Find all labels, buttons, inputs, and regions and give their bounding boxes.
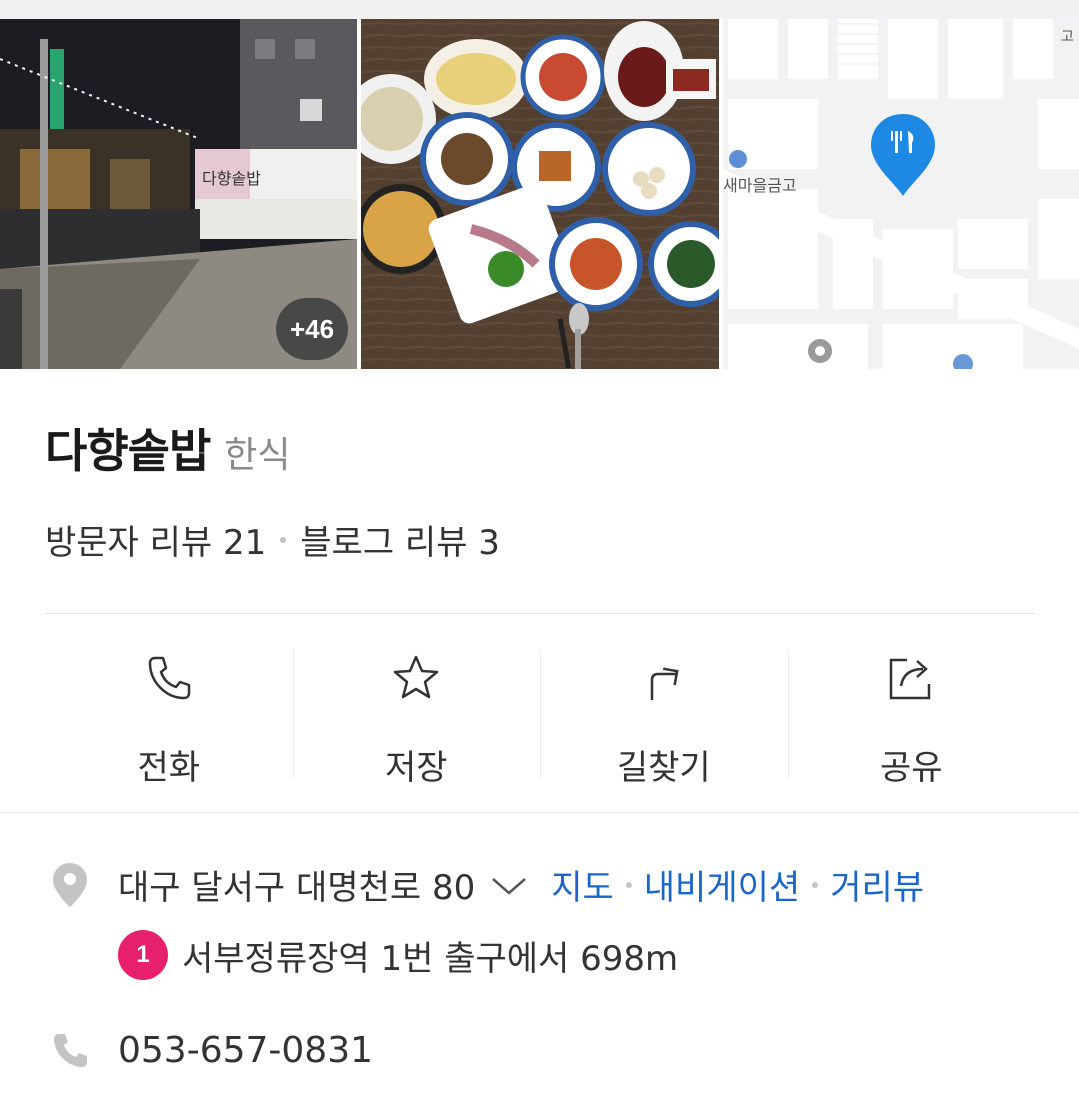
location-pin-icon bbox=[53, 862, 87, 907]
bank-icon bbox=[729, 150, 747, 168]
star-icon bbox=[394, 655, 439, 699]
place-category: 한식 bbox=[224, 435, 291, 476]
place-name: 다향솥밥 bbox=[45, 424, 211, 478]
subway-info: 1 서부정류장역 1번 출구에서 698m bbox=[118, 930, 678, 980]
directions-label: 길찾기 bbox=[616, 748, 711, 788]
sign-name: 다향솥밥 bbox=[202, 169, 261, 188]
separator-dot bbox=[625, 881, 632, 888]
storefront-photo[interactable]: 다향솥밥 +46 bbox=[0, 19, 357, 369]
separator-dot bbox=[280, 536, 287, 543]
separator-dot bbox=[812, 881, 819, 888]
divider bbox=[0, 812, 1079, 813]
food-photo[interactable] bbox=[361, 19, 719, 369]
phone-icon bbox=[148, 656, 190, 700]
blog-reviews-link[interactable]: 블로그 리뷰 3 bbox=[300, 515, 500, 564]
navigation-link[interactable]: 내비게이션 bbox=[644, 860, 800, 909]
call-label: 전화 bbox=[137, 748, 201, 788]
share-button[interactable]: 공유 bbox=[787, 614, 1036, 812]
phone-icon bbox=[54, 1033, 87, 1067]
subway-line-badge: 1 bbox=[118, 930, 168, 980]
share-label: 공유 bbox=[879, 748, 943, 788]
action-bar: 전화 저장 길찾기 공유 bbox=[45, 614, 1035, 812]
more-photos-badge[interactable]: +46 bbox=[276, 298, 348, 360]
map-label-corner: 고 bbox=[1061, 29, 1074, 45]
map-preview[interactable]: 새마을금고 고 bbox=[723, 19, 1079, 369]
save-button[interactable]: 저장 bbox=[292, 614, 541, 812]
visitor-reviews-link[interactable]: 방문자 리뷰 21 bbox=[45, 515, 266, 564]
map-link[interactable]: 지도 bbox=[551, 860, 614, 909]
directions-icon bbox=[650, 667, 679, 700]
phone-row[interactable]: 053-657-0831 bbox=[50, 1030, 373, 1071]
subway-distance-text: 서부정류장역 1번 출구에서 698m bbox=[182, 938, 679, 979]
photo-gallery[interactable]: 다향솥밥 +46 새마을금고 고 bbox=[0, 19, 1079, 369]
chevron-down-icon[interactable] bbox=[489, 870, 529, 900]
directions-button[interactable]: 길찾기 bbox=[540, 614, 788, 812]
map-label-bank: 새마을금고 bbox=[723, 176, 797, 195]
address-row: 대구 달서구 대명천로 80 지도 내비게이션 거리뷰 bbox=[50, 860, 924, 909]
share-icon bbox=[890, 658, 931, 700]
street-view-link[interactable]: 거리뷰 bbox=[830, 860, 924, 909]
save-label: 저장 bbox=[384, 748, 448, 788]
place-header: 다향솥밥 한식 bbox=[45, 415, 291, 481]
review-summary: 방문자 리뷰 21 블로그 리뷰 3 bbox=[45, 515, 500, 564]
status-bar-strip bbox=[0, 0, 1079, 19]
address-text[interactable]: 대구 달서구 대명천로 80 bbox=[118, 860, 475, 909]
phone-number[interactable]: 053-657-0831 bbox=[118, 1030, 373, 1071]
call-button[interactable]: 전화 bbox=[45, 614, 293, 812]
